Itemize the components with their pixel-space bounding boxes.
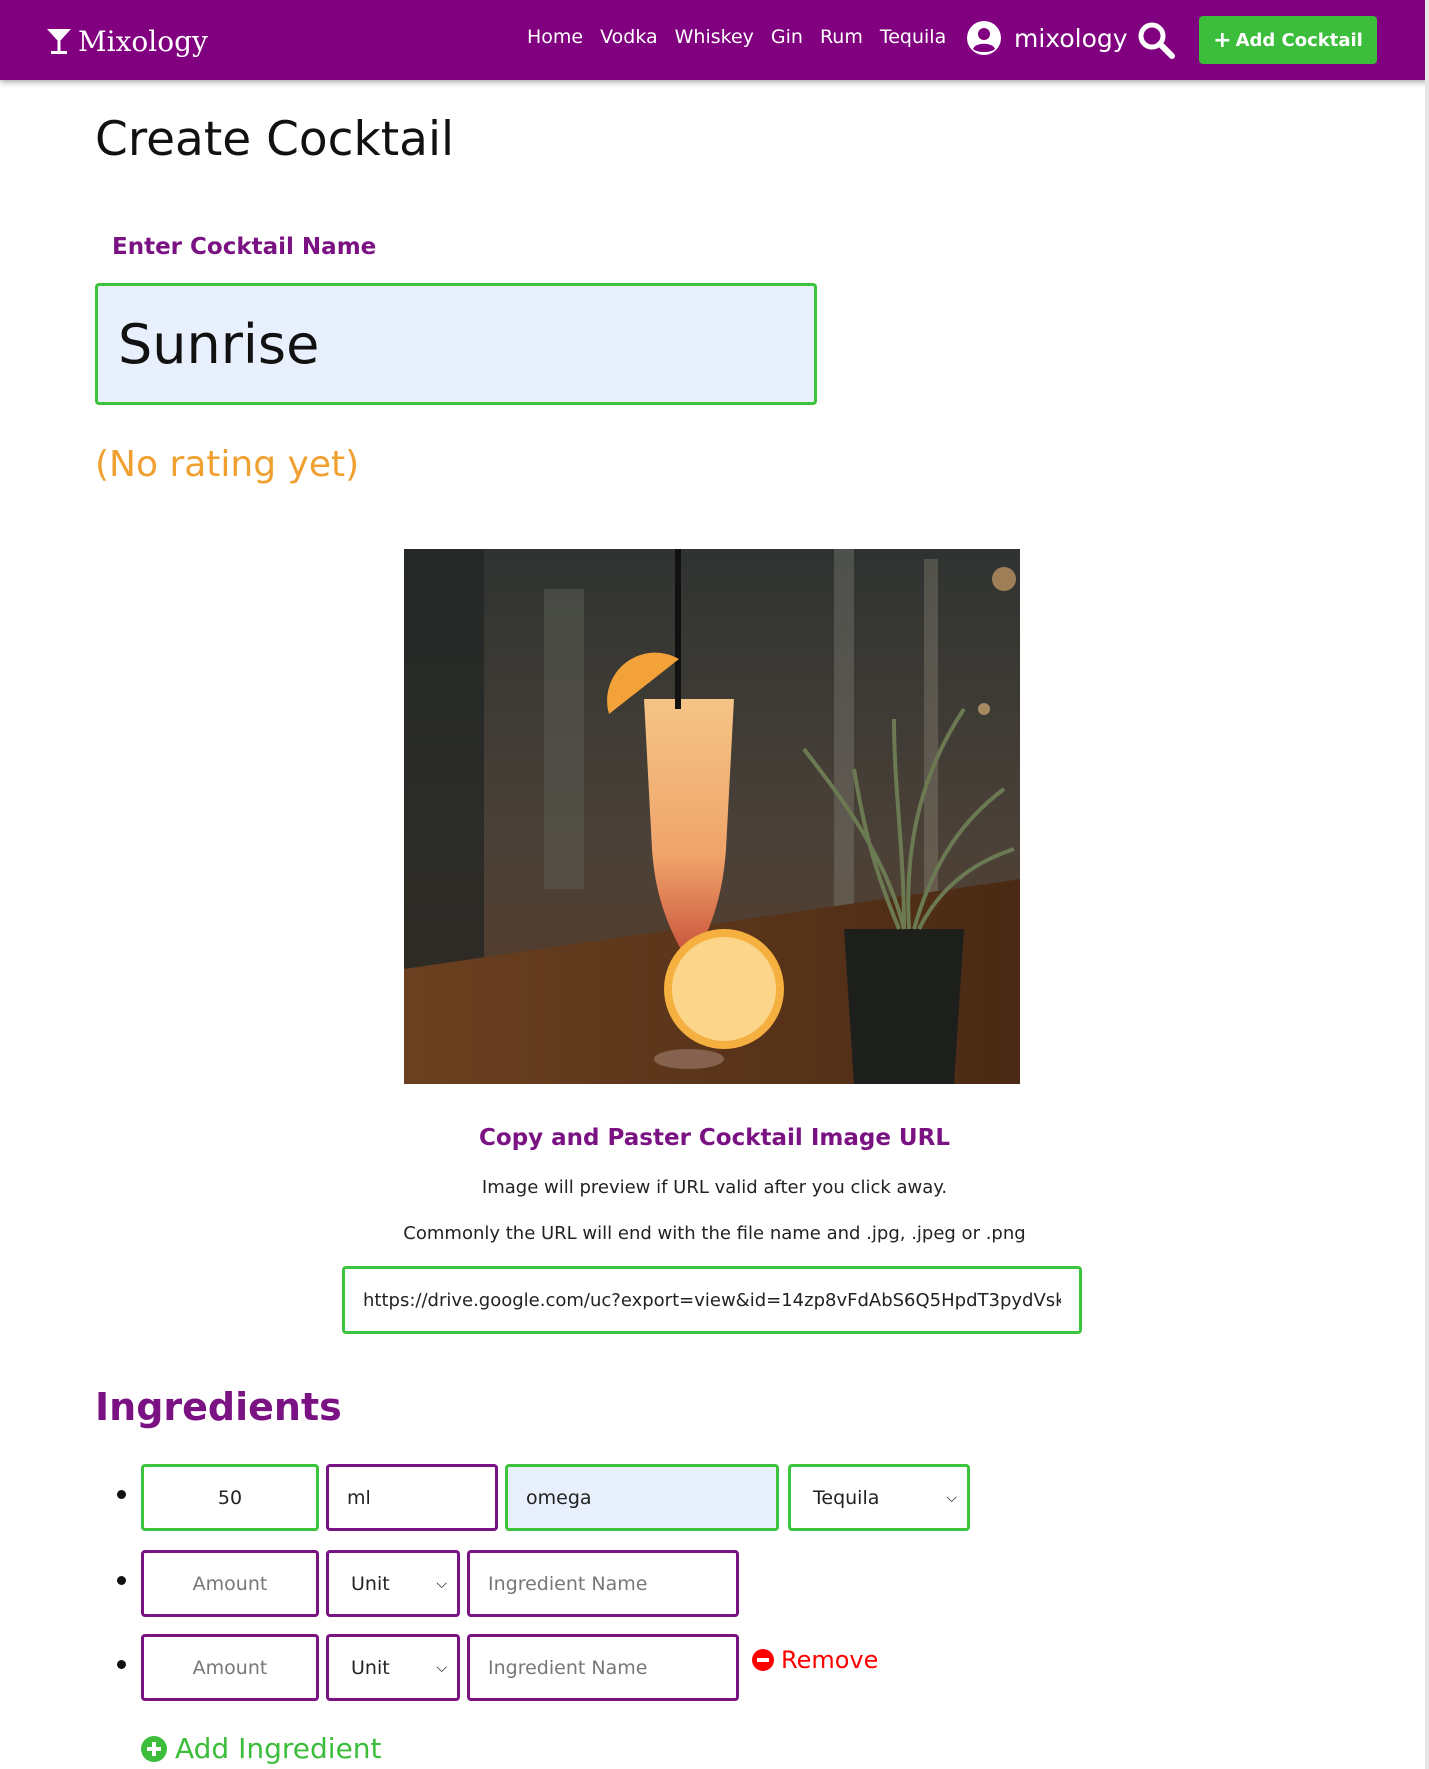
cocktail-name-label: Enter Cocktail Name [112,234,377,260]
cocktail-name-input[interactable] [95,283,817,405]
nav-link-rum[interactable]: Rum [820,26,863,48]
ingredient-name-input[interactable]: omega [505,1464,779,1531]
add-cocktail-button[interactable]: + Add Cocktail [1199,16,1377,64]
unit-select-value: Unit [351,1572,390,1595]
spirit-category-select[interactable]: Tequila ⌵ [788,1464,970,1531]
chevron-down-icon: ⌵ [436,1659,447,1676]
ingredient-name-input[interactable]: Ingredient Name [467,1550,739,1617]
cocktail-glass-icon [47,29,71,54]
scrollbar-track[interactable] [1425,0,1429,1769]
remove-ingredient-button[interactable]: Remove [752,1646,878,1674]
image-url-input[interactable] [342,1266,1082,1334]
search-icon [1138,22,1175,59]
unit-select-value: Unit [351,1656,390,1679]
plus-circle-icon [141,1735,167,1762]
user-menu[interactable]: mixology [966,20,1128,56]
image-hint-extension: Commonly the URL will end with the file … [403,1223,1026,1244]
nav-link-whiskey[interactable]: Whiskey [675,26,754,48]
chevron-down-icon: ⌵ [436,1575,447,1592]
nav-link-gin[interactable]: Gin [771,26,803,48]
add-cocktail-label: Add Cocktail [1235,29,1363,51]
amount-input[interactable]: Amount [141,1550,319,1617]
unit-select[interactable]: Unit ⌵ [326,1550,460,1617]
remove-label: Remove [781,1646,879,1674]
rating-text: (No rating yet) [95,444,360,485]
ingredient-name-input[interactable]: Ingredient Name [467,1634,739,1701]
nav-links: Home Vodka Whiskey Gin Rum Tequila [527,26,946,48]
list-bullet [117,1660,126,1669]
user-circle-icon [967,21,1001,55]
nav-link-home[interactable]: Home [527,26,583,48]
nav-link-tequila[interactable]: Tequila [880,26,946,48]
brand-link[interactable]: Mixology [46,18,208,64]
amount-input[interactable]: 50 [141,1464,319,1531]
add-ingredient-label: Add Ingredient [175,1732,382,1765]
ingredients-title: Ingredients [95,1385,342,1429]
list-bullet [117,1576,126,1585]
unit-select[interactable]: Unit ⌵ [326,1634,460,1701]
image-url-label: Copy and Paster Cocktail Image URL [479,1125,950,1151]
spirit-category-value: Tequila [813,1486,880,1509]
image-hint-preview: Image will preview if URL valid after yo… [481,1177,948,1198]
unit-input[interactable]: ml [326,1464,498,1531]
navbar: Mixology Home Vodka Whiskey Gin Rum Tequ… [0,0,1429,80]
brand-name: Mixology [78,24,208,58]
amount-input[interactable]: Amount [141,1634,319,1701]
chevron-down-icon: ⌵ [946,1489,957,1506]
plus-icon: + [1213,27,1232,53]
add-ingredient-button[interactable]: Add Ingredient [141,1732,382,1765]
minus-circle-icon [752,1649,774,1671]
cocktail-image-preview [404,549,1020,1084]
nav-link-vodka[interactable]: Vodka [600,26,658,48]
page-title: Create Cocktail [95,112,455,167]
search-button[interactable] [1136,20,1176,60]
username: mixology [1014,23,1128,53]
list-bullet [117,1490,126,1499]
